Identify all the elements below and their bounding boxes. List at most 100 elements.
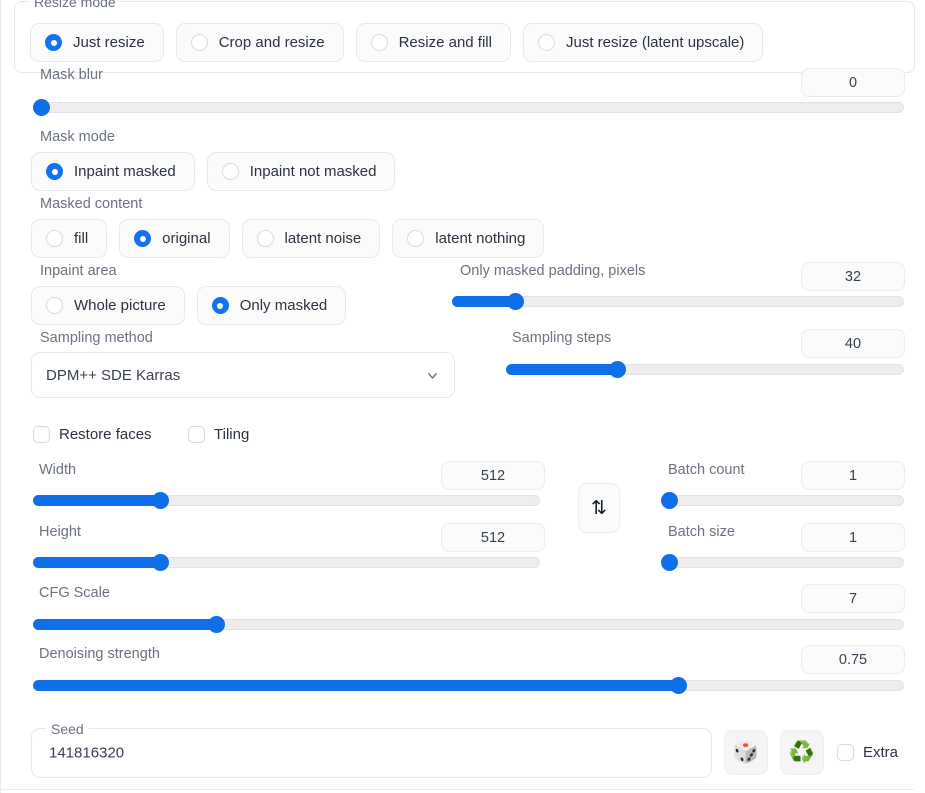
checkbox-indicator-extra [837,744,854,761]
restore-faces-label: Restore faces [59,426,152,443]
only-masked-padding-label: Only masked padding, pixels [460,263,646,279]
radio-indicator-resize-and-fill [370,34,388,51]
seed-label: Seed [46,720,89,738]
seed-input[interactable]: 141816320 [49,745,124,762]
extra-seed-checkbox[interactable]: Extra [837,744,898,761]
reuse-seed-button[interactable]: ♻️ [780,730,824,775]
radio-label-just-resize: Just resize [73,34,145,51]
radio-indicator-crop-and-resize [190,34,208,51]
only-masked-padding-fill [452,296,516,307]
batch-size-slider[interactable] [661,554,904,571]
only-masked-padding-knob[interactable] [507,293,525,310]
sampling-steps-label: Sampling steps [512,330,612,346]
cfg-scale-knob[interactable] [207,616,225,633]
radio-label-latent-nothing: latent nothing [435,230,526,247]
radio-label-only-masked: Only masked [239,297,328,314]
width-knob[interactable] [151,492,169,509]
radio-label-whole-picture: Whole picture [74,297,166,314]
sampling-steps-knob[interactable] [609,361,627,378]
radio-indicator-just-resize-latent-upscale [537,34,555,51]
radio-label-inpaint-not-masked: Inpaint not masked [249,163,377,180]
radio-label-crop-and-resize: Crop and resize [218,34,325,51]
only-masked-padding-slider[interactable] [452,293,904,310]
radio-indicator-inpaint-masked [46,163,63,180]
batch-size-track [661,557,904,568]
radio-just-resize[interactable]: Just resize [30,23,164,62]
radio-indicator-inpaint-not-masked [221,163,239,180]
swap-dimensions-button[interactable]: ⇅ [578,483,620,533]
radio-indicator-only-masked [211,297,229,314]
radio-indicator-latent-noise [256,230,274,247]
radio-resize-and-fill[interactable]: Resize and fill [355,23,511,62]
batch-size-value[interactable]: 1 [801,523,905,552]
tiling-checkbox[interactable]: Tiling [188,426,249,443]
batch-count-label: Batch count [668,462,745,478]
mask-blur-value[interactable]: 0 [801,68,905,97]
height-value[interactable]: 512 [441,523,545,552]
checkbox-indicator-restore-faces [33,426,50,443]
denoising-strength-knob[interactable] [669,677,687,694]
height-knob[interactable] [151,554,169,571]
masked-content-label: Masked content [40,196,143,212]
restore-faces-checkbox[interactable]: Restore faces [33,426,152,443]
batch-size-label: Batch size [668,524,735,540]
radio-only-masked[interactable]: Only masked [196,286,347,325]
only-masked-padding-value[interactable]: 32 [801,262,905,291]
mask-mode-options: Inpaint masked Inpaint not masked [31,152,407,191]
denoising-strength-label: Denoising strength [39,646,160,662]
masked-content-options: fill original latent noise latent nothin… [31,219,556,258]
dice-icon: 🎲 [732,741,760,764]
radio-label-latent-noise: latent noise [284,230,362,247]
mask-blur-track [33,102,904,113]
inpaint-settings-panel: Resize mode Just resize Crop and resize … [0,0,925,793]
radio-indicator-whole-picture [46,297,63,314]
extra-label: Extra [863,744,899,761]
panel-bottom-divider [1,789,914,790]
height-slider[interactable] [33,554,540,571]
swap-vertical-icon: ⇅ [591,497,607,519]
radio-original[interactable]: original [119,219,230,258]
width-fill [33,495,160,506]
radio-whole-picture[interactable]: Whole picture [31,286,185,325]
chevron-down-icon [425,368,440,383]
radio-crop-and-resize[interactable]: Crop and resize [175,23,344,62]
radio-latent-nothing[interactable]: latent nothing [392,219,545,258]
radio-just-resize-latent-upscale[interactable]: Just resize (latent upscale) [522,23,764,62]
resize-mode-legend: Resize mode [29,0,121,11]
sampling-steps-slider[interactable] [506,361,904,378]
radio-label-fill: fill [74,230,89,247]
mask-blur-slider[interactable] [33,99,904,116]
denoising-strength-fill [33,680,678,691]
mask-blur-label: Mask blur [40,67,103,83]
recycle-icon: ♻️ [788,741,816,764]
sampling-steps-value[interactable]: 40 [801,329,905,358]
radio-indicator-fill [46,230,63,247]
width-slider[interactable] [33,492,540,509]
radio-indicator-original [134,230,152,247]
batch-count-value[interactable]: 1 [801,461,905,490]
sampling-method-value: DPM++ SDE Karras [46,366,181,384]
batch-count-track [661,495,904,506]
radio-label-resize-and-fill: Resize and fill [398,34,492,51]
height-label: Height [39,524,81,540]
denoising-strength-slider[interactable] [33,677,904,694]
cfg-scale-value[interactable]: 7 [801,584,905,613]
cfg-scale-fill [33,619,216,630]
batch-size-knob[interactable] [661,554,678,571]
radio-fill[interactable]: fill [31,219,108,258]
random-seed-button[interactable]: 🎲 [724,730,768,775]
cfg-scale-slider[interactable] [33,616,904,633]
height-fill [33,557,160,568]
cfg-scale-label: CFG Scale [39,585,110,601]
batch-count-knob[interactable] [661,492,678,509]
radio-inpaint-masked[interactable]: Inpaint masked [31,152,195,191]
sampling-method-dropdown[interactable]: DPM++ SDE Karras [31,352,455,398]
tiling-label: Tiling [214,426,250,443]
width-value[interactable]: 512 [441,461,545,490]
radio-latent-noise[interactable]: latent noise [241,219,381,258]
radio-inpaint-not-masked[interactable]: Inpaint not masked [206,152,396,191]
denoising-strength-value[interactable]: 0.75 [801,645,905,674]
batch-count-slider[interactable] [661,492,904,509]
mask-blur-knob[interactable] [33,99,50,116]
seed-field[interactable]: Seed 141816320 [31,720,712,778]
